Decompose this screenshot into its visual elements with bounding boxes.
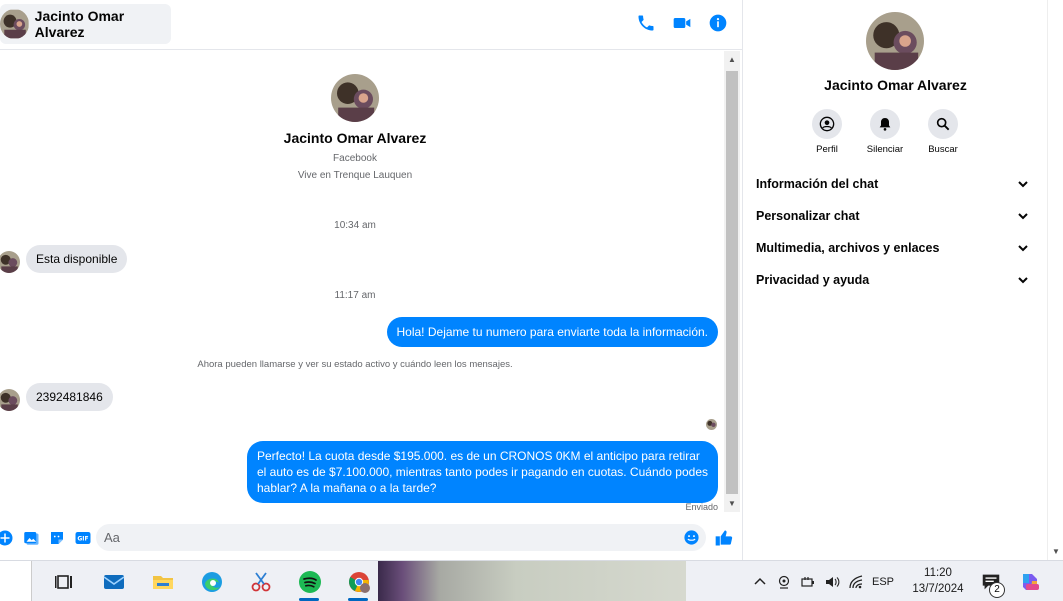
thumbs-up-icon[interactable] bbox=[714, 528, 734, 548]
page-scrollbar[interactable]: ▼ bbox=[1047, 0, 1063, 560]
timestamp: 11:17 am bbox=[334, 290, 376, 301]
profile-icon bbox=[819, 116, 835, 132]
system-tray: ESP bbox=[752, 561, 894, 601]
system-note: Ahora pueden llamarse y ver su estado ac… bbox=[197, 359, 513, 370]
mute-button[interactable]: Silenciar bbox=[861, 109, 909, 155]
taskbar-wallpaper-preview bbox=[378, 561, 686, 601]
chat-header: Jacinto Omar Alvarez bbox=[0, 0, 742, 50]
scroll-down-arrow-icon[interactable]: ▼ bbox=[724, 497, 740, 511]
bell-icon bbox=[879, 118, 891, 131]
photo-icon[interactable] bbox=[22, 529, 40, 547]
section-customize-chat[interactable]: Personalizar chat bbox=[743, 200, 1043, 232]
chevron-down-icon bbox=[1018, 181, 1028, 188]
timestamp: 10:34 am bbox=[334, 220, 376, 231]
intro-location: Vive en Trenque Lauquen bbox=[297, 170, 413, 181]
intro-platform: Facebook bbox=[333, 153, 377, 164]
notification-count-badge: 2 bbox=[989, 582, 1005, 598]
clock-date: 13/7/2024 bbox=[912, 583, 964, 595]
windows-taskbar: ESP 11:20 13/7/2024 2 bbox=[0, 560, 1063, 601]
sender-avatar[interactable] bbox=[0, 389, 20, 411]
message-input[interactable] bbox=[96, 524, 656, 551]
message-incoming[interactable]: Esta disponible bbox=[26, 245, 128, 273]
search-label: Buscar bbox=[928, 144, 958, 155]
sticker-icon[interactable] bbox=[48, 529, 66, 547]
message-outgoing[interactable]: Hola! Dejame tu numero para enviarte tod… bbox=[386, 317, 718, 347]
panel-avatar[interactable] bbox=[866, 12, 924, 70]
search-icon bbox=[936, 117, 950, 131]
language-indicator[interactable]: ESP bbox=[872, 576, 894, 588]
section-media-files-links[interactable]: Multimedia, archivos y enlaces bbox=[743, 232, 1043, 264]
phone-icon[interactable] bbox=[636, 13, 656, 33]
section-privacy-help[interactable]: Privacidad y ayuda bbox=[743, 264, 1043, 296]
battery-plug-icon[interactable] bbox=[800, 574, 816, 590]
chevron-up-icon[interactable] bbox=[752, 574, 768, 590]
message-status: Enviado bbox=[685, 502, 718, 512]
message-scrollbar[interactable]: ▲ ▼ bbox=[724, 51, 740, 512]
mute-label: Silenciar bbox=[866, 144, 904, 155]
header-contact-name: Jacinto Omar Alvarez bbox=[34, 8, 125, 40]
chevron-down-icon bbox=[1018, 245, 1028, 252]
section-label: Privacidad y ayuda bbox=[756, 273, 870, 287]
chevron-down-icon bbox=[1018, 213, 1028, 220]
section-label: Personalizar chat bbox=[756, 209, 860, 223]
taskbar-search-fragment[interactable] bbox=[0, 561, 32, 601]
scroll-down-arrow-icon[interactable]: ▼ bbox=[1048, 545, 1063, 559]
section-chat-info[interactable]: Información del chat bbox=[743, 168, 1043, 200]
composer: GIF bbox=[0, 520, 742, 556]
search-button[interactable]: Buscar bbox=[919, 109, 967, 155]
webcam-icon[interactable] bbox=[776, 574, 792, 590]
scroll-up-arrow-icon[interactable]: ▲ bbox=[724, 53, 740, 67]
clock-time: 11:20 bbox=[924, 567, 952, 579]
clock[interactable]: 11:20 13/7/2024 bbox=[900, 565, 976, 597]
message-outgoing[interactable]: Perfecto! La cuota desde $195.000. es de… bbox=[247, 441, 718, 503]
sender-avatar[interactable] bbox=[0, 251, 20, 273]
svg-text:GIF: GIF bbox=[77, 536, 88, 543]
contact-avatar bbox=[0, 9, 29, 39]
plus-icon[interactable] bbox=[0, 529, 14, 547]
message-incoming[interactable]: 2392481846 bbox=[26, 383, 113, 411]
video-call-icon[interactable] bbox=[672, 13, 692, 33]
gif-icon[interactable]: GIF bbox=[74, 529, 92, 547]
section-label: Información del chat bbox=[756, 177, 879, 191]
info-icon[interactable] bbox=[708, 13, 728, 33]
volume-icon[interactable] bbox=[824, 574, 840, 590]
profile-label: Perfil bbox=[816, 144, 838, 155]
chat-details-panel: Jacinto Omar Alvarez Perfil Silenciar Bu… bbox=[742, 0, 1047, 560]
spotify-icon[interactable] bbox=[285, 561, 334, 601]
edge-icon[interactable] bbox=[187, 561, 236, 601]
copilot-icon[interactable] bbox=[1018, 570, 1042, 594]
scroll-thumb[interactable] bbox=[726, 71, 738, 494]
panel-contact-name: Jacinto Omar Alvarez bbox=[824, 77, 967, 93]
wifi-icon[interactable] bbox=[848, 574, 864, 590]
emoji-icon[interactable] bbox=[683, 529, 700, 546]
header-contact-button[interactable]: Jacinto Omar Alvarez bbox=[0, 4, 171, 44]
message-list[interactable]: Jacinto Omar Alvarez Facebook Vive en Tr… bbox=[0, 51, 724, 517]
chrome-icon[interactable] bbox=[334, 561, 383, 601]
section-label: Multimedia, archivos y enlaces bbox=[756, 241, 940, 255]
task-view-icon[interactable] bbox=[40, 561, 89, 601]
chevron-down-icon bbox=[1018, 277, 1028, 284]
seen-avatar bbox=[706, 419, 717, 430]
intro-name: Jacinto Omar Alvarez bbox=[283, 130, 427, 146]
file-explorer-icon[interactable] bbox=[138, 561, 187, 601]
snipping-tool-icon[interactable] bbox=[236, 561, 285, 601]
profile-button[interactable]: Perfil bbox=[803, 109, 851, 155]
mail-icon[interactable] bbox=[89, 561, 138, 601]
intro-avatar[interactable] bbox=[331, 74, 379, 122]
message-input-wrapper[interactable] bbox=[96, 524, 706, 551]
